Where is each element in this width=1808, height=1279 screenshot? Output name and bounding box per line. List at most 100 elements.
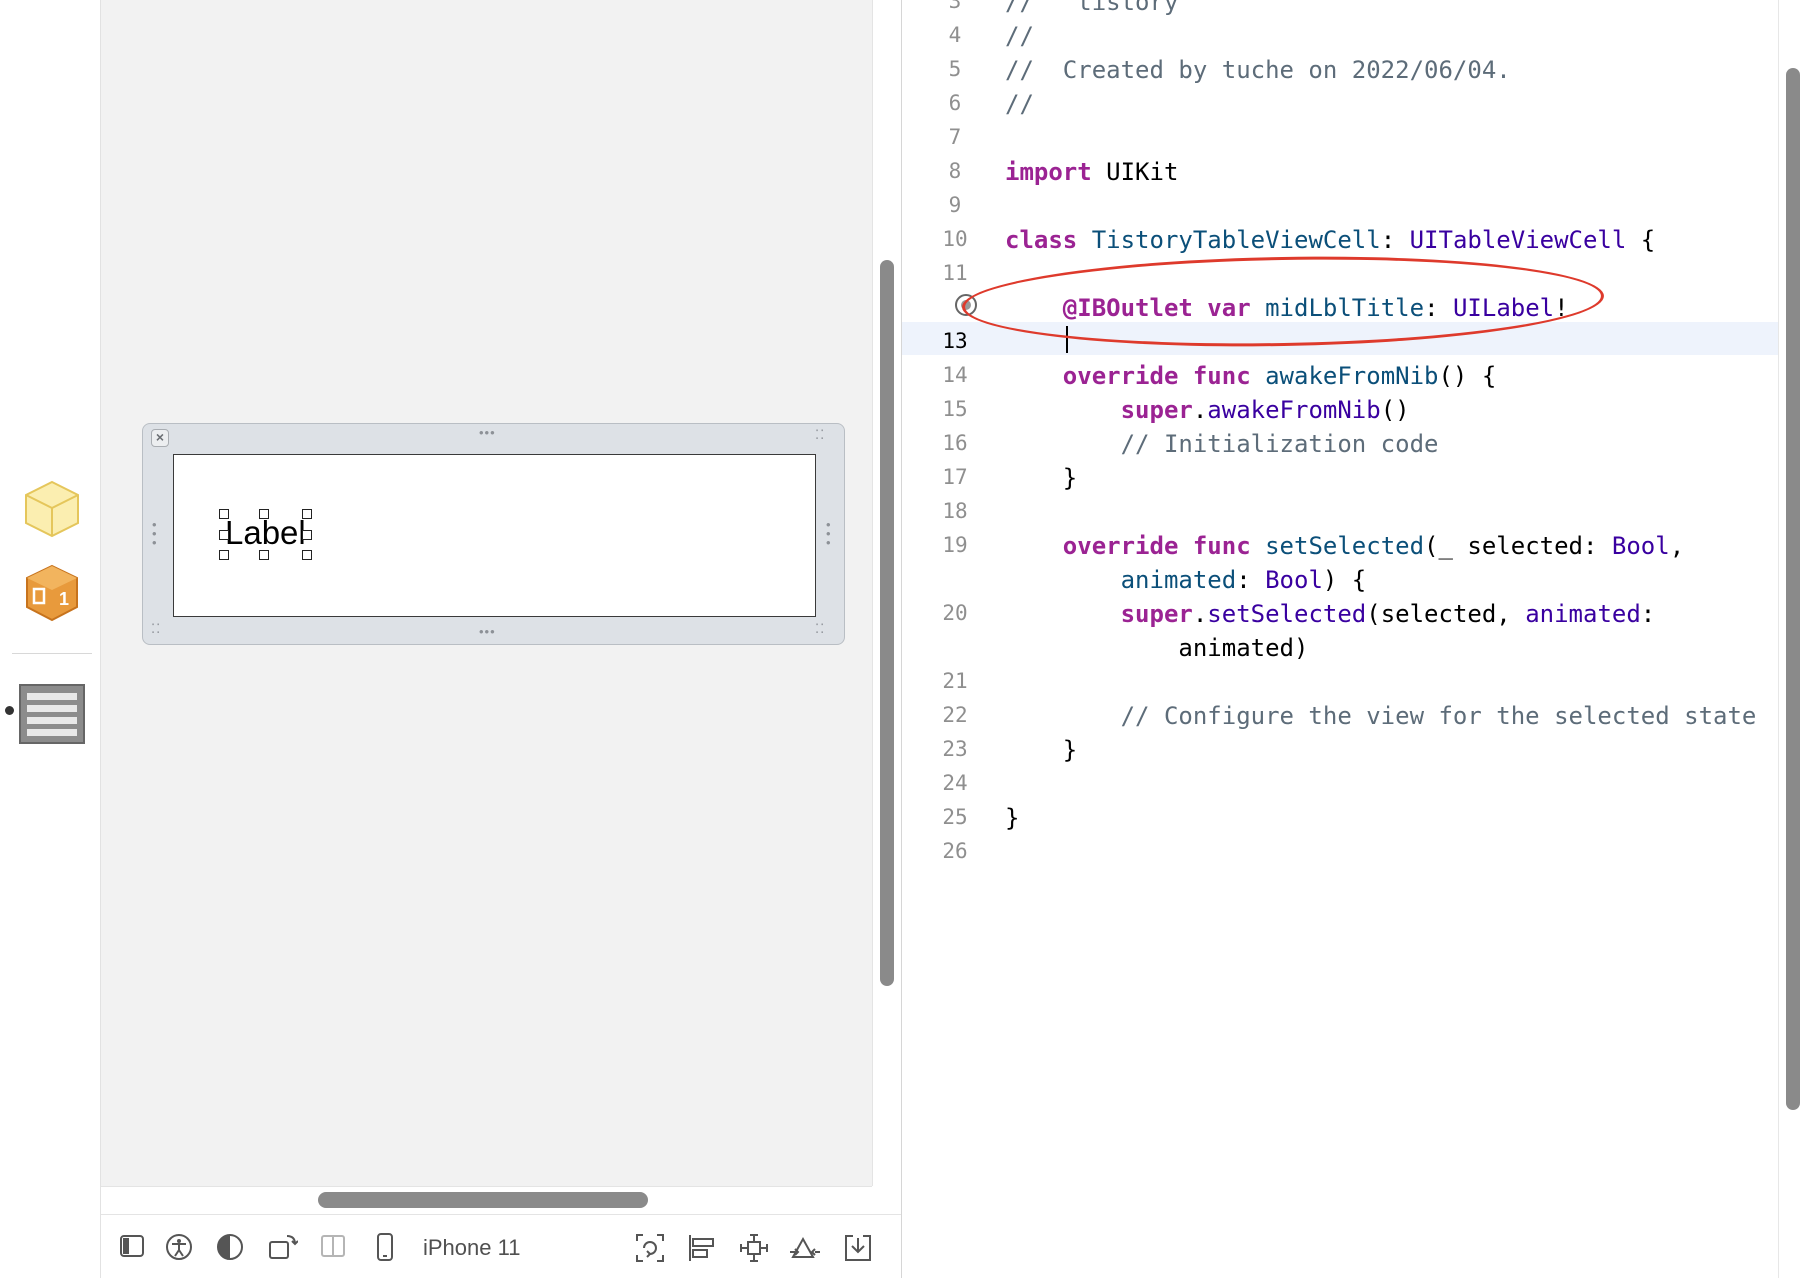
code-token: } <box>1005 464 1078 492</box>
code-line[interactable]: // <box>1005 90 1034 118</box>
orientation-icon[interactable] <box>268 1233 298 1261</box>
line-number[interactable]: 23 <box>930 737 980 761</box>
line-number[interactable]: 22 <box>930 703 980 727</box>
code-token: { <box>1626 226 1656 254</box>
close-scene-icon[interactable]: × <box>151 429 169 447</box>
code-token: awakeFromNib <box>1265 362 1439 390</box>
code-line[interactable]: super.awakeFromNib() <box>1005 396 1410 424</box>
line-number[interactable]: 7 <box>930 125 980 149</box>
line-number[interactable]: 4 <box>930 23 980 47</box>
code-token: import <box>1005 158 1092 186</box>
line-number[interactable]: 10 <box>930 227 980 251</box>
code-line[interactable]: // <box>1005 22 1034 50</box>
label-handle-mr[interactable] <box>302 530 312 540</box>
code-line[interactable]: // Configure the view for the selected s… <box>1005 702 1757 730</box>
label-handle-br[interactable] <box>302 550 312 560</box>
code-line[interactable]: super.setSelected(selected, animated: <box>1005 600 1656 628</box>
label-handle-tr[interactable] <box>302 509 312 519</box>
line-number[interactable]: 25 <box>930 805 980 829</box>
code-token: // tistory <box>1005 0 1179 16</box>
update-frames-icon[interactable] <box>635 1233 665 1263</box>
svg-text:1: 1 <box>59 589 69 609</box>
split-view-icon[interactable] <box>320 1233 346 1259</box>
code-token: () { <box>1438 362 1497 390</box>
line-number[interactable]: 11 <box>930 261 980 285</box>
code-token: ) { <box>1322 566 1367 594</box>
code-token: } <box>1005 736 1078 764</box>
code-token: . <box>1192 396 1208 424</box>
code-line[interactable]: } <box>1005 736 1077 764</box>
code-line[interactable]: // Initialization code <box>1005 430 1439 458</box>
first-responder-icon[interactable] <box>22 478 82 540</box>
resize-handle-corner-tr[interactable]: ⁚⁚ <box>815 428 825 441</box>
line-number[interactable]: 3 <box>930 0 980 13</box>
code-line[interactable]: animated) <box>1005 634 1308 662</box>
code-line[interactable]: // Created by tuche on 2022/06/04. <box>1005 56 1511 84</box>
line-number[interactable]: 19 <box>930 533 980 557</box>
label-handle-bm[interactable] <box>259 550 269 560</box>
accessibility-icon[interactable] <box>165 1233 193 1261</box>
editor-vertical-scrollbar[interactable] <box>1786 68 1800 1110</box>
line-number[interactable]: 20 <box>930 601 980 625</box>
line-number[interactable]: 14 <box>930 363 980 387</box>
embed-in-icon[interactable] <box>843 1233 873 1263</box>
label-handle-ml[interactable] <box>219 530 229 540</box>
canvas-horizontal-scrollbar[interactable] <box>318 1192 648 1208</box>
code-token: (_ selected: <box>1424 532 1612 560</box>
device-selector[interactable]: iPhone 11 <box>423 1235 520 1261</box>
code-token: // <box>1005 22 1034 50</box>
code-line[interactable]: override func awakeFromNib() { <box>1005 362 1496 390</box>
label-handle-bl[interactable] <box>219 550 229 560</box>
code-line[interactable]: import UIKit <box>1005 158 1178 186</box>
object-cube-icon[interactable]: 1 <box>24 563 80 623</box>
resize-handle-corner-bl[interactable]: ⁚⁚ <box>151 622 161 635</box>
resolve-issues-icon[interactable] <box>789 1233 821 1263</box>
resize-handle-right[interactable]: • • • <box>826 518 832 549</box>
label-handle-tl[interactable] <box>219 509 229 519</box>
code-line[interactable]: override func setSelected(_ selected: Bo… <box>1005 532 1684 560</box>
code-line[interactable]: } <box>1005 464 1077 492</box>
line-number[interactable]: 9 <box>930 193 980 217</box>
document-outline-toggle-icon[interactable] <box>119 1233 145 1259</box>
code-token: setSelected <box>1207 600 1367 628</box>
code-line[interactable]: class TistoryTableViewCell: UITableViewC… <box>1005 226 1655 254</box>
canvas-vertical-scrollbar[interactable] <box>880 260 894 986</box>
code-line[interactable]: // tistory <box>1005 0 1178 16</box>
line-number[interactable]: 16 <box>930 431 980 455</box>
line-number[interactable]: 17 <box>930 465 980 489</box>
code-token: animated <box>1120 566 1237 594</box>
device-icon[interactable] <box>375 1233 395 1261</box>
code-line[interactable]: animated: Bool) { <box>1005 566 1367 594</box>
table-view-cell-icon[interactable] <box>19 684 85 744</box>
line-number[interactable]: 15 <box>930 397 980 421</box>
resize-handle-bottom[interactable]: ••• <box>479 625 496 638</box>
code-token: override <box>1062 362 1179 390</box>
line-number[interactable]: 13 <box>930 329 980 353</box>
line-number[interactable]: 18 <box>930 499 980 523</box>
label-handle-tm[interactable] <box>259 509 269 519</box>
line-number[interactable]: 6 <box>930 91 980 115</box>
resize-handle-left[interactable]: • • • <box>152 518 158 549</box>
line-number[interactable]: 5 <box>930 57 980 81</box>
line-number[interactable]: 21 <box>930 669 980 693</box>
line-number[interactable]: 8 <box>930 159 980 183</box>
code-token: TistoryTableViewCell <box>1091 226 1381 254</box>
line-number[interactable]: 24 <box>930 771 980 795</box>
resize-handle-top[interactable]: ••• <box>479 426 496 439</box>
code-token: override <box>1062 532 1179 560</box>
cell-label[interactable]: Label <box>225 514 306 552</box>
align-icon[interactable] <box>687 1233 717 1263</box>
code-token: : <box>1236 566 1266 594</box>
code-token: func <box>1192 532 1251 560</box>
code-line[interactable]: } <box>1005 804 1019 832</box>
add-constraints-icon[interactable] <box>739 1233 769 1263</box>
appearance-toggle-icon[interactable] <box>216 1233 244 1261</box>
line-number[interactable]: 26 <box>930 839 980 863</box>
resize-handle-corner-br[interactable]: ⁚⁚ <box>815 622 825 635</box>
